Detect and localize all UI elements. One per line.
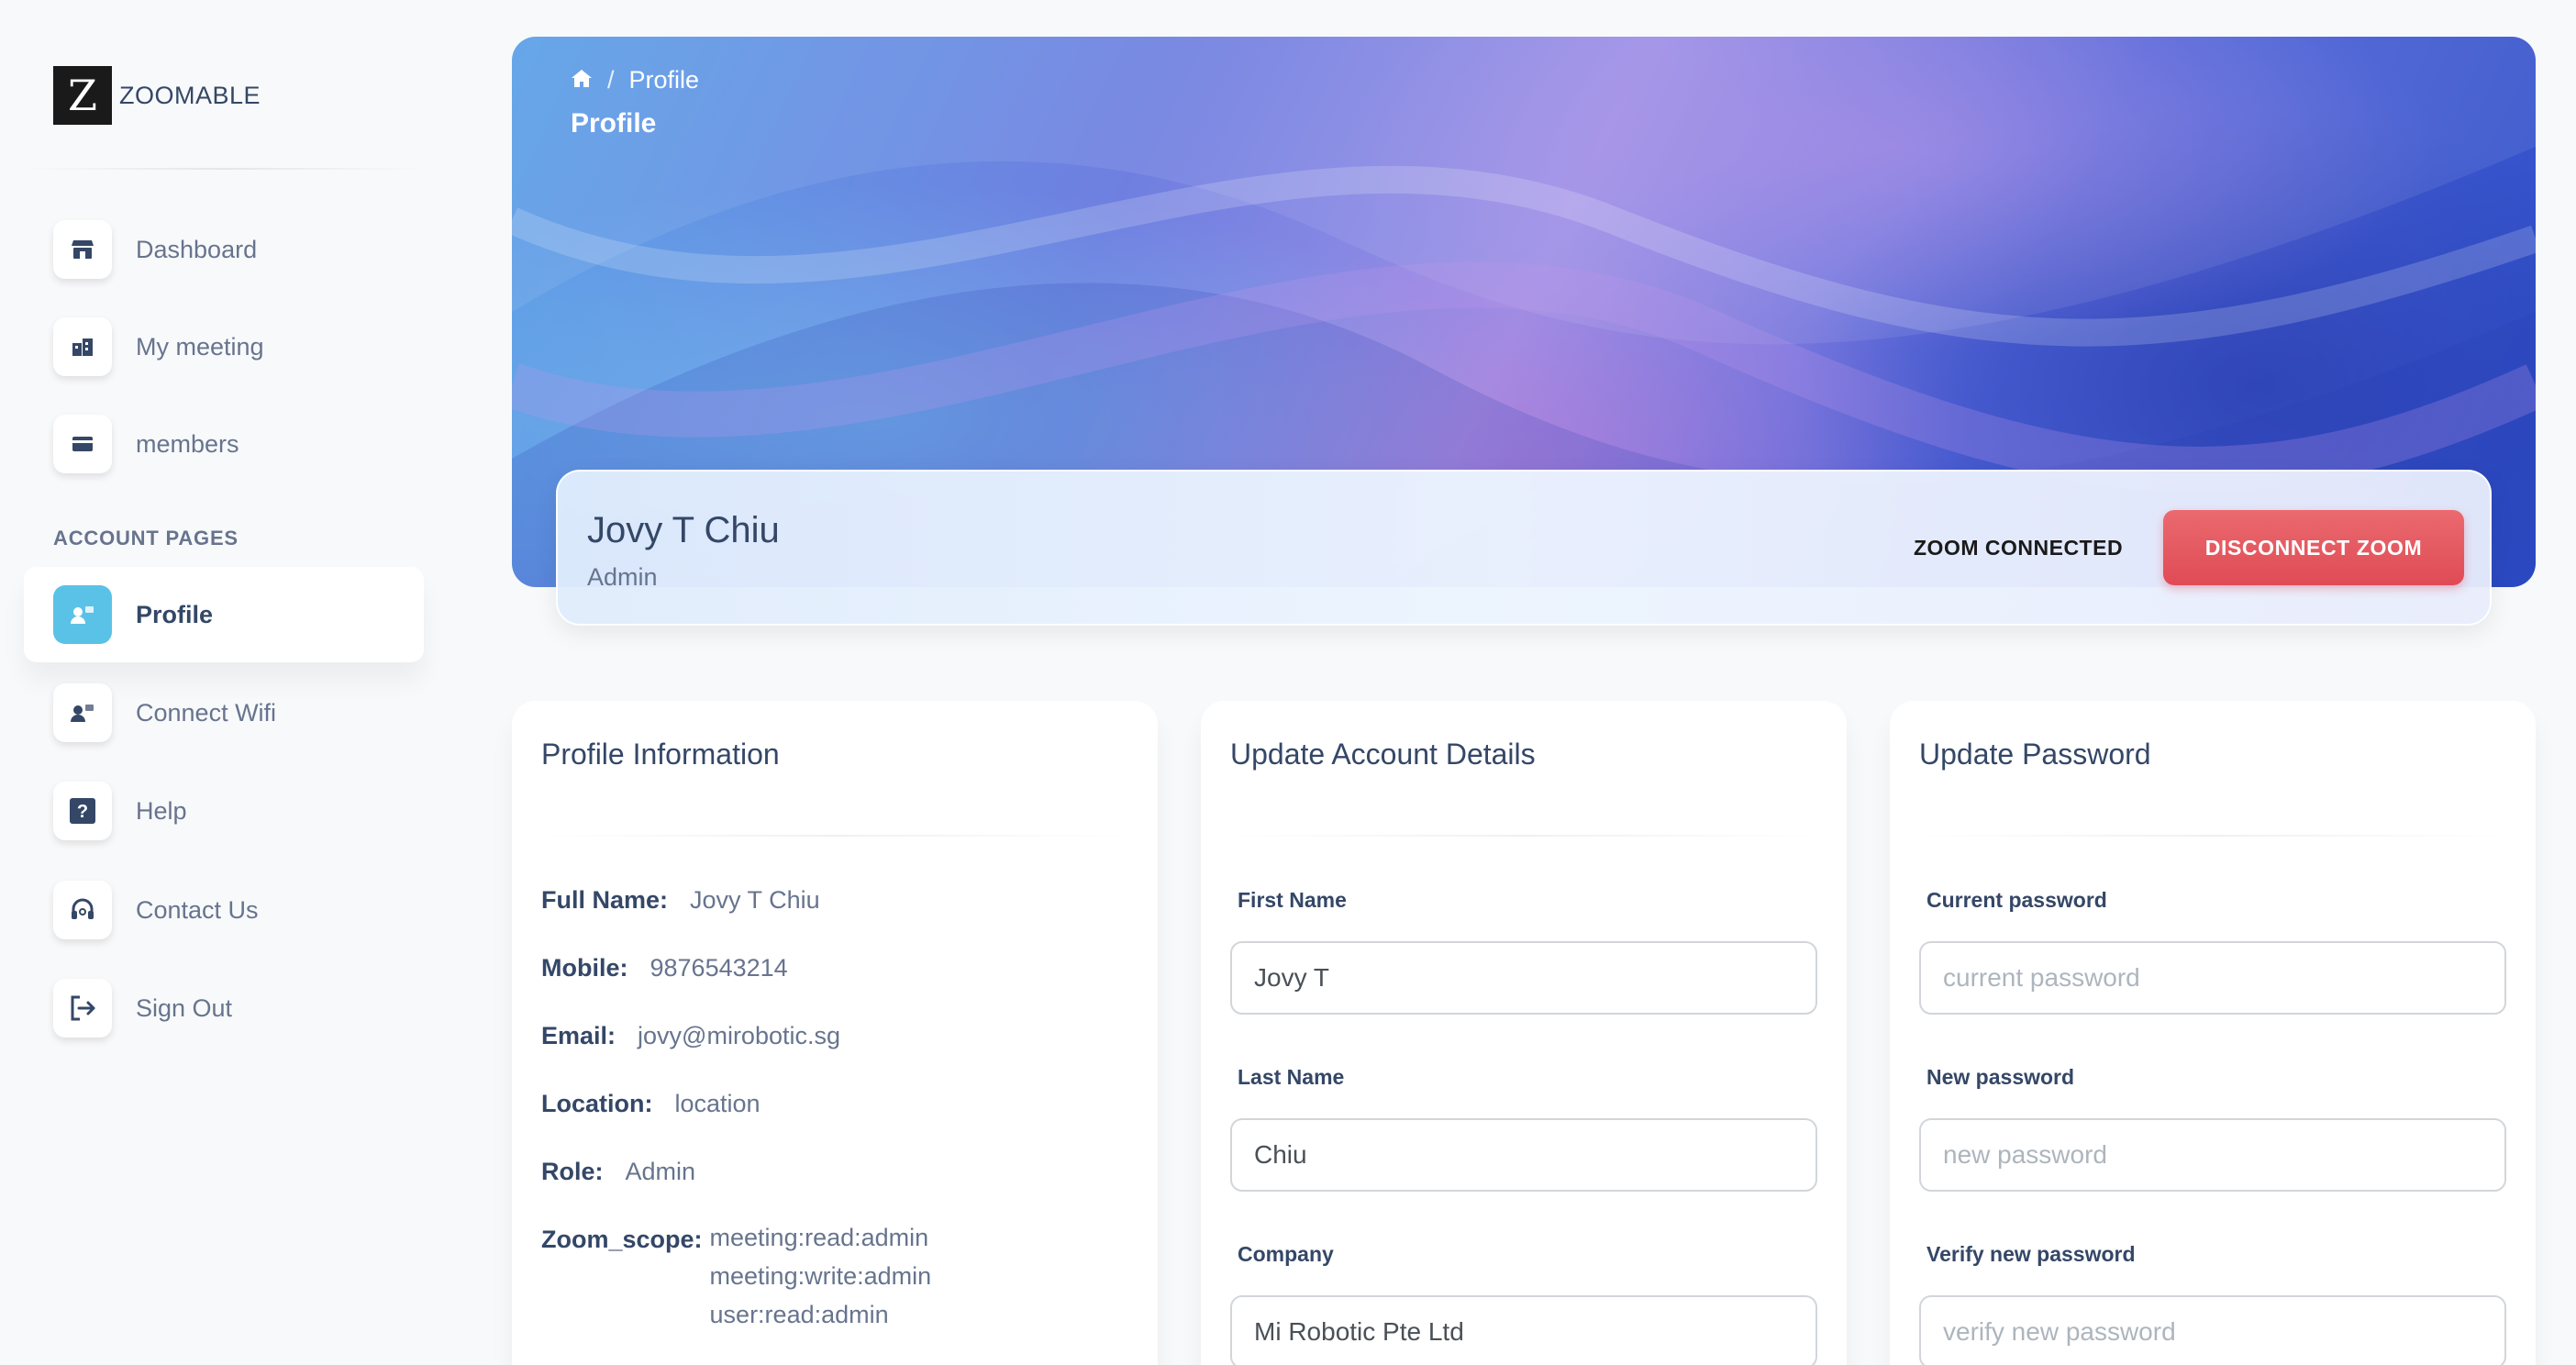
scope-item: meeting:read:admin (709, 1224, 929, 1251)
scope-item: meeting:write:admin (709, 1262, 932, 1290)
home-icon[interactable] (571, 66, 593, 94)
card-divider (1230, 835, 1817, 837)
info-value: jovy@mirobotic.sg (638, 1022, 841, 1049)
credit-card-icon (53, 415, 112, 473)
sidebar-item-label: Dashboard (136, 235, 258, 263)
sidebar-item-sign-out[interactable]: Sign Out (24, 960, 424, 1056)
current-password-label: Current password (1926, 888, 2107, 912)
info-key: Mobile: (541, 954, 628, 982)
office-icon (53, 317, 112, 376)
info-key: Full Name: (541, 886, 669, 914)
sidebar-item-members[interactable]: members (24, 396, 424, 492)
customer-support-icon (53, 683, 112, 742)
new-password-label: New password (1926, 1065, 2075, 1089)
card-divider (541, 835, 1128, 837)
sidebar-item-dashboard[interactable]: Dashboard (24, 202, 424, 297)
info-key: Role: (541, 1158, 604, 1185)
company-input[interactable] (1230, 1295, 1817, 1365)
current-password-input[interactable] (1919, 941, 2506, 1015)
info-value: Admin (625, 1158, 696, 1185)
first-name-label: First Name (1238, 888, 1347, 912)
new-password-input[interactable] (1919, 1118, 2506, 1192)
info-location: Location: location (541, 1090, 761, 1118)
headset-icon (53, 881, 112, 939)
verify-password-input[interactable] (1919, 1295, 2506, 1365)
info-value: 9876543214 (650, 954, 788, 982)
card-divider (1919, 835, 2506, 837)
profile-role: Admin (587, 563, 658, 591)
sidebar-item-label: Profile (136, 600, 214, 628)
info-value: Jovy T Chiu (690, 886, 820, 914)
brand-name: ZOOMABLE (119, 81, 261, 109)
profile-name: Jovy T Chiu (587, 510, 780, 550)
question-icon: ? (53, 782, 112, 840)
info-key: Email: (541, 1022, 616, 1049)
sidebar-item-label: My meeting (136, 332, 264, 361)
scope-list: meeting:read:admin meeting:write:admin u… (710, 1218, 932, 1334)
info-mobile: Mobile: 9876543214 (541, 954, 788, 982)
sidebar-item-help[interactable]: ? Help (24, 763, 424, 859)
breadcrumb: / Profile (571, 66, 699, 94)
company-label: Company (1238, 1242, 1334, 1266)
scope-item: user:read:admin (709, 1301, 889, 1328)
sidebar-item-contact-us[interactable]: Contact Us (24, 862, 424, 958)
card-title: Profile Information (541, 738, 780, 771)
info-role: Role: Admin (541, 1158, 695, 1186)
svg-text:?: ? (77, 802, 88, 822)
last-name-label: Last Name (1238, 1065, 1345, 1089)
sidebar-item-connect-wifi[interactable]: Connect Wifi (24, 665, 424, 760)
sidebar: Z ZOOMABLE Dashboard My meeting members … (0, 0, 450, 1365)
card-title: Update Account Details (1230, 738, 1536, 771)
info-zoom-scope: Zoom_scope: meeting:read:admin meeting:w… (541, 1224, 931, 1334)
sidebar-item-label: members (136, 429, 239, 458)
breadcrumb-current: Profile (628, 66, 700, 94)
sign-out-icon (53, 979, 112, 1038)
sidebar-item-label: Help (136, 796, 187, 825)
disconnect-zoom-button[interactable]: DISCONNECT ZOOM (2163, 510, 2464, 585)
last-name-input[interactable] (1230, 1118, 1817, 1192)
update-account-card: Update Account Details First Name Last N… (1201, 701, 1847, 1365)
info-key: Location: (541, 1090, 653, 1117)
sidebar-item-my-meeting[interactable]: My meeting (24, 299, 424, 394)
brand-logo: Z (53, 66, 112, 125)
breadcrumb-separator: / (607, 66, 615, 94)
page-title: Profile (571, 108, 657, 139)
zoom-status: ZOOM CONNECTED (1914, 536, 2124, 560)
brand[interactable]: Z ZOOMABLE (53, 66, 261, 125)
info-value: location (674, 1090, 761, 1117)
section-label-account-pages: ACCOUNT PAGES (53, 527, 239, 549)
first-name-input[interactable] (1230, 941, 1817, 1015)
shop-icon (53, 220, 112, 279)
sidebar-item-profile[interactable]: Profile (24, 567, 424, 662)
info-key: Zoom_scope: (541, 1226, 703, 1253)
sidebar-divider (22, 168, 426, 170)
verify-password-label: Verify new password (1926, 1242, 2136, 1266)
sidebar-item-label: Sign Out (136, 993, 233, 1022)
profile-information-card: Profile Information Full Name: Jovy T Ch… (512, 701, 1158, 1365)
info-email: Email: jovy@mirobotic.sg (541, 1022, 840, 1050)
profile-summary-card: Jovy T Chiu Admin ZOOM CONNECTED DISCONN… (556, 470, 2492, 626)
sidebar-item-label: Connect Wifi (136, 698, 277, 727)
update-password-card: Update Password Current password New pas… (1890, 701, 2536, 1365)
sidebar-item-label: Contact Us (136, 895, 259, 924)
customer-support-icon (53, 585, 112, 644)
info-full-name: Full Name: Jovy T Chiu (541, 886, 820, 915)
card-title: Update Password (1919, 738, 2151, 771)
